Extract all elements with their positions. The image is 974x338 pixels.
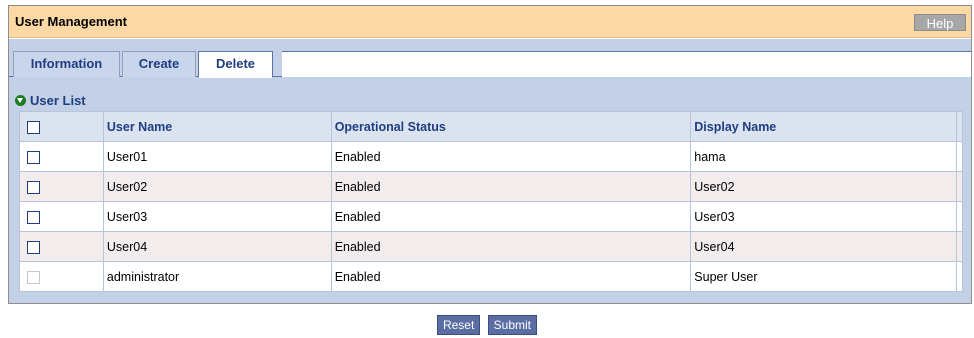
tab-bar: Information Create Delete [9,39,971,88]
table-row: User02 Enabled User02 [19,171,964,202]
collapse-arrow-icon[interactable] [15,94,26,106]
row-checkbox[interactable] [27,150,40,164]
status-cell: Enabled [330,261,692,292]
spacer-cell [955,201,964,232]
col-operational-status[interactable]: Operational Status [330,111,692,142]
row-checkbox[interactable] [27,210,40,224]
display-name-cell: hama [690,141,957,172]
user-list-section: User List User Name Operational Status D… [9,88,971,303]
col-spacer [955,111,964,142]
col-user-name[interactable]: User Name [102,111,332,142]
display-name-cell: Super User [690,261,957,292]
user-list-header[interactable]: User List [15,92,86,108]
user-name-cell: User02 [102,171,332,202]
row-select-cell [19,231,104,262]
page-title: User Management [15,14,127,29]
user-management-panel: User Management Help Information Create … [8,5,972,304]
user-name-cell: User04 [102,231,332,262]
row-select-cell [19,261,104,292]
user-name-cell: administrator [102,261,332,292]
user-table: User Name Operational Status Display Nam… [19,111,964,292]
user-name-cell: User01 [102,141,332,172]
help-button[interactable]: Help [914,14,966,31]
select-all-cell [19,111,104,142]
table-row: User04 Enabled User04 [19,231,964,262]
section-title: User List [30,92,86,108]
status-cell: Enabled [330,141,692,172]
table-row: administrator Enabled Super User [19,261,964,292]
reset-button[interactable]: Reset [436,315,481,335]
status-cell: Enabled [330,171,692,202]
select-all-checkbox[interactable] [27,120,40,134]
table-header-row: User Name Operational Status Display Nam… [19,111,964,142]
status-cell: Enabled [330,231,692,262]
spacer-cell [955,141,964,172]
submit-button[interactable]: Submit [487,315,538,335]
status-cell: Enabled [330,201,692,232]
display-name-cell: User03 [690,201,957,232]
spacer-cell [955,231,964,262]
col-display-name[interactable]: Display Name [690,111,957,142]
spacer-cell [955,171,964,202]
row-checkbox[interactable] [27,240,40,254]
row-select-cell [19,201,104,232]
display-name-cell: User02 [690,171,957,202]
tab-information[interactable]: Information [13,51,120,77]
display-name-cell: User04 [690,231,957,262]
tab-delete[interactable]: Delete [198,51,273,78]
user-name-cell: User03 [102,201,332,232]
tab-strip-fill [282,51,971,77]
table-row: User01 Enabled hama [19,141,964,172]
row-checkbox-disabled [27,270,40,284]
form-actions: Reset Submit [0,315,974,335]
row-select-cell [19,171,104,202]
row-select-cell [19,141,104,172]
row-checkbox[interactable] [27,180,40,194]
tab-create[interactable]: Create [122,51,196,77]
table-row: User03 Enabled User03 [19,201,964,232]
spacer-cell [955,261,964,292]
title-bar: User Management Help [9,6,971,38]
